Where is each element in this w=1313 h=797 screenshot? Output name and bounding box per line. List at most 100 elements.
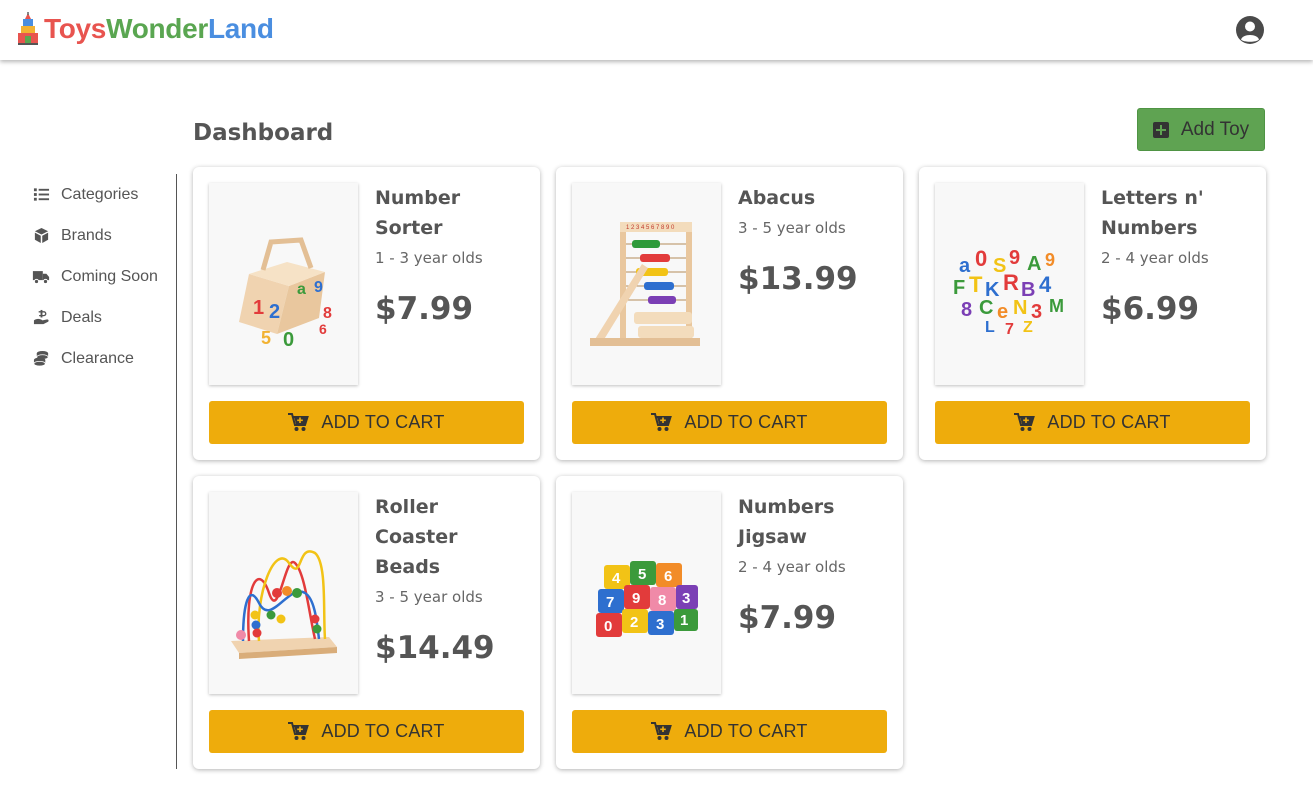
product-image[interactable]: a 0 S 9 A 9 F T K R B 4 8 C e N 3 M L 7 … [935, 183, 1084, 385]
brand-part-toys: Toys [44, 13, 107, 44]
brand-logo[interactable]: ToysWonderLand [15, 12, 274, 46]
svg-text:8: 8 [323, 305, 332, 322]
product-price: $6.99 [1101, 291, 1200, 327]
add-toy-button[interactable]: Add Toy [1137, 108, 1265, 151]
product-info: Number Sorter 1 - 3 year olds $7.99 [375, 183, 525, 329]
toy-tower-icon [18, 12, 38, 45]
product-info: Roller Coaster Beads 3 - 5 year olds $14… [375, 492, 525, 668]
add-to-cart-button[interactable]: ADD TO CART [209, 710, 524, 753]
add-to-cart-label: ADD TO CART [321, 412, 445, 432]
brand-name: ToysWonderLand [44, 13, 274, 45]
number-sorter-image: 1 2 a 9 5 0 8 6 [238, 237, 332, 351]
svg-text:2: 2 [630, 614, 638, 631]
cart-plus-icon [651, 413, 673, 431]
product-image[interactable]: 456 7983 0231 [572, 492, 721, 694]
product-image[interactable]: 1 2 a 9 5 0 8 6 [209, 183, 358, 385]
svg-text:0: 0 [975, 246, 987, 271]
svg-text:8: 8 [658, 592, 666, 609]
sidebar-item-categories[interactable]: Categories [0, 174, 176, 215]
box-icon [32, 227, 50, 245]
svg-text:e: e [997, 301, 1008, 323]
svg-text:6: 6 [664, 568, 672, 585]
svg-text:4: 4 [1039, 272, 1052, 297]
cart-plus-icon [651, 722, 673, 740]
account-circle-icon[interactable] [1235, 15, 1265, 45]
add-to-cart-button[interactable]: ADD TO CART [572, 710, 887, 753]
brand-part-wonder: Wonder [106, 13, 208, 44]
sidebar-item-label: Deals [61, 308, 102, 326]
product-age-range: 2 - 4 year olds [1101, 249, 1209, 267]
product-name[interactable]: Numbers Jigsaw [738, 492, 888, 552]
svg-text:0: 0 [283, 329, 294, 351]
product-card: a 0 S 9 A 9 F T K R B 4 8 C e N 3 M L 7 … [919, 167, 1266, 460]
sidebar-item-coming-soon[interactable]: Coming Soon [0, 256, 176, 297]
top-bar: ToysWonderLand [0, 0, 1313, 60]
svg-text:3: 3 [682, 590, 690, 607]
product-name[interactable]: Abacus [738, 183, 888, 213]
product-name[interactable]: Number Sorter [375, 183, 525, 243]
svg-text:8: 8 [961, 299, 972, 321]
add-to-cart-label: ADD TO CART [1047, 412, 1171, 432]
product-card: 1 2 3 4 5 6 7 8 9 0 Abacus 3 - 5 year ol… [556, 167, 903, 460]
product-card: Roller Coaster Beads 3 - 5 year olds $14… [193, 476, 540, 769]
sidebar: Categories Brands Coming Soon Deals Clea… [0, 174, 177, 769]
svg-text:L: L [985, 319, 995, 336]
brand-part-land: Land [207, 13, 274, 44]
product-price: $7.99 [738, 600, 837, 636]
product-grid: 1 2 a 9 5 0 8 6 Number Sorter 1 - 3 year… [193, 167, 1266, 769]
product-name[interactable]: Roller Coaster Beads [375, 492, 525, 582]
product-age-range: 3 - 5 year olds [738, 219, 846, 237]
add-to-cart-label: ADD TO CART [321, 721, 445, 741]
product-name[interactable]: Letters n' Numbers [1101, 183, 1251, 243]
sidebar-item-brands[interactable]: Brands [0, 215, 176, 256]
roller-coaster-beads-image [230, 550, 337, 659]
svg-text:6: 6 [319, 321, 327, 337]
cart-plus-icon [1014, 413, 1036, 431]
add-to-cart-label: ADD TO CART [684, 721, 808, 741]
product-price: $14.49 [375, 630, 495, 666]
product-card: 456 7983 0231 Numbers Jigsaw 2 - 4 year … [556, 476, 903, 769]
list-icon [32, 186, 50, 204]
svg-text:9: 9 [314, 279, 323, 296]
svg-text:1: 1 [680, 612, 688, 629]
svg-text:5: 5 [261, 328, 271, 348]
svg-text:R: R [1003, 270, 1019, 295]
cart-plus-icon [288, 413, 310, 431]
product-price: $7.99 [375, 291, 474, 327]
svg-text:2: 2 [269, 301, 280, 323]
sidebar-item-label: Coming Soon [61, 267, 158, 285]
cart-plus-icon [288, 722, 310, 740]
svg-text:N: N [1013, 297, 1027, 319]
add-to-cart-button[interactable]: ADD TO CART [209, 401, 524, 444]
product-card: 1 2 a 9 5 0 8 6 Number Sorter 1 - 3 year… [193, 167, 540, 460]
svg-text:1: 1 [253, 297, 264, 319]
product-info: Abacus 3 - 5 year olds $13.99 [738, 183, 888, 299]
plus-square-icon [1152, 121, 1169, 138]
hand-coin-icon [32, 309, 50, 327]
svg-text:4: 4 [612, 570, 621, 587]
svg-text:7: 7 [606, 594, 614, 611]
svg-text:7: 7 [1005, 321, 1014, 338]
svg-text:M: M [1049, 296, 1064, 316]
add-to-cart-button[interactable]: ADD TO CART [572, 401, 887, 444]
sidebar-item-label: Brands [61, 226, 112, 244]
sidebar-item-clearance[interactable]: Clearance [0, 338, 176, 379]
product-info: Letters n' Numbers 2 - 4 year olds $6.99 [1101, 183, 1251, 329]
add-to-cart-button[interactable]: ADD TO CART [935, 401, 1250, 444]
product-age-range: 3 - 5 year olds [375, 588, 483, 606]
svg-text:9: 9 [632, 590, 640, 607]
product-age-range: 2 - 4 year olds [738, 558, 846, 576]
sidebar-item-deals[interactable]: Deals [0, 297, 176, 338]
product-info: Numbers Jigsaw 2 - 4 year olds $7.99 [738, 492, 888, 638]
product-image[interactable] [209, 492, 358, 694]
product-price: $13.99 [738, 261, 858, 297]
add-to-cart-label: ADD TO CART [684, 412, 808, 432]
product-image[interactable]: 1 2 3 4 5 6 7 8 9 0 [572, 183, 721, 385]
svg-text:F: F [953, 277, 965, 299]
numbers-jigsaw-image: 456 7983 0231 [595, 561, 698, 637]
add-toy-label: Add Toy [1180, 118, 1250, 140]
svg-text:9: 9 [1009, 247, 1020, 269]
svg-text:C: C [979, 297, 993, 319]
coins-stack-icon [32, 350, 50, 368]
svg-text:5: 5 [638, 566, 646, 583]
